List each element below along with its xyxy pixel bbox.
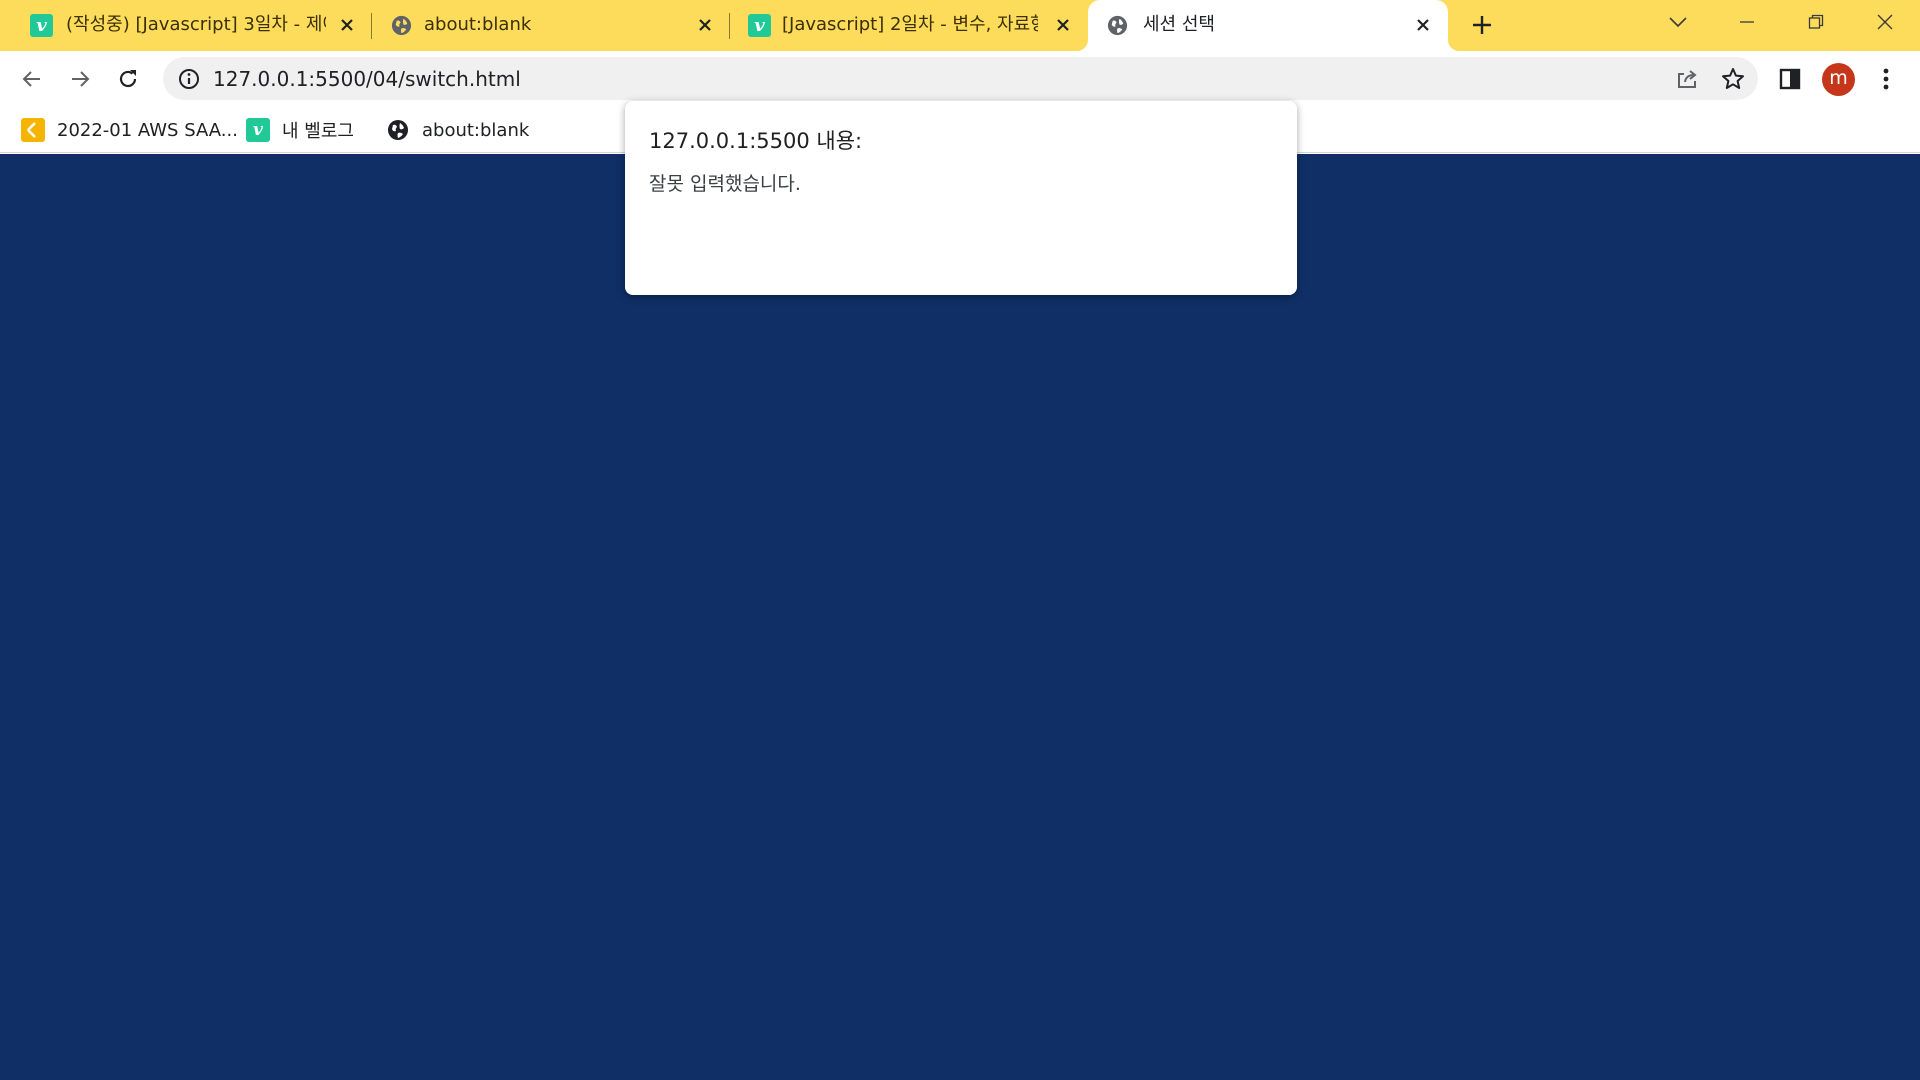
close-icon[interactable] — [336, 14, 358, 36]
side-panel-icon — [1779, 68, 1801, 90]
address-bar[interactable]: 127.0.0.1:5500/04/switch.html — [163, 57, 1758, 100]
close-window-button[interactable] — [1855, 0, 1915, 44]
toolbar: 127.0.0.1:5500/04/switch.html m — [0, 51, 1920, 107]
more-vert-icon — [1883, 68, 1889, 90]
url-text[interactable]: 127.0.0.1:5500/04/switch.html — [213, 66, 521, 92]
arrow-right-icon — [72, 71, 90, 87]
tab-session-select[interactable]: 세션 선택 — [1076, 0, 1460, 51]
slides-icon — [21, 118, 45, 142]
new-tab-button[interactable] — [1462, 0, 1502, 51]
globe-icon — [391, 15, 412, 36]
bookmark-aws[interactable]: 2022-01 AWS SAA... — [21, 114, 238, 146]
info-icon[interactable] — [177, 67, 201, 91]
profile-avatar[interactable]: m — [1822, 63, 1855, 96]
tab-about-blank[interactable]: about:blank — [372, 0, 728, 51]
close-icon[interactable] — [1052, 14, 1074, 36]
arrow-left-icon — [22, 71, 40, 87]
bookmark-star-icon[interactable] — [1720, 66, 1746, 92]
close-icon[interactable] — [694, 14, 716, 36]
chevron-down-icon — [1669, 17, 1687, 28]
bookmark-label: about:blank — [422, 119, 530, 141]
velog-icon: v — [246, 118, 270, 142]
tab-title: (작성중) [Javascript] 3일차 - 제어문 — [66, 14, 326, 35]
share-icon[interactable] — [1674, 66, 1700, 92]
back-button[interactable] — [12, 59, 52, 99]
dialog-message: 잘못 입력했습니다. — [649, 173, 801, 195]
bookmark-label: 내 벨로그 — [282, 121, 354, 142]
menu-button[interactable] — [1866, 59, 1906, 99]
velog-icon: v — [748, 14, 771, 37]
bookmark-about-blank[interactable]: about:blank — [386, 114, 529, 146]
minimize-icon — [1740, 21, 1754, 23]
bookmark-my-velog[interactable]: v 내 벨로그 — [246, 114, 354, 146]
minimize-button[interactable] — [1717, 0, 1777, 44]
restore-button[interactable] — [1786, 0, 1846, 44]
globe-icon — [1107, 15, 1128, 36]
bookmark-label: 2022-01 AWS SAA... — [57, 119, 238, 141]
restore-icon — [1808, 14, 1824, 29]
tab-title: 세션 선택 — [1143, 14, 1215, 35]
forward-button[interactable] — [60, 59, 100, 99]
plus-icon — [1473, 16, 1491, 34]
close-icon — [1877, 14, 1893, 30]
alert-dialog: 127.0.0.1:5500 내용: 잘못 입력했습니다. — [625, 101, 1297, 295]
close-icon[interactable] — [1412, 14, 1434, 36]
tab-velog-draft[interactable]: v (작성중) [Javascript] 3일차 - 제어문 — [0, 0, 365, 51]
tab-title: [Javascript] 2일차 - 변수, 자료형 — [782, 14, 1038, 35]
dialog-title: 127.0.0.1:5500 내용: — [649, 129, 863, 153]
tab-search-button[interactable] — [1648, 0, 1708, 44]
velog-icon: v — [30, 14, 53, 37]
reload-button[interactable] — [108, 59, 148, 99]
reload-icon — [119, 70, 137, 88]
globe-icon — [388, 120, 408, 140]
tab-title: about:blank — [424, 14, 532, 35]
side-panel-button[interactable] — [1770, 59, 1810, 99]
tab-strip: v (작성중) [Javascript] 3일차 - 제어문 about:bla… — [0, 0, 1920, 51]
tab-velog-day2[interactable]: v [Javascript] 2일차 - 변수, 자료형 — [730, 0, 1080, 51]
